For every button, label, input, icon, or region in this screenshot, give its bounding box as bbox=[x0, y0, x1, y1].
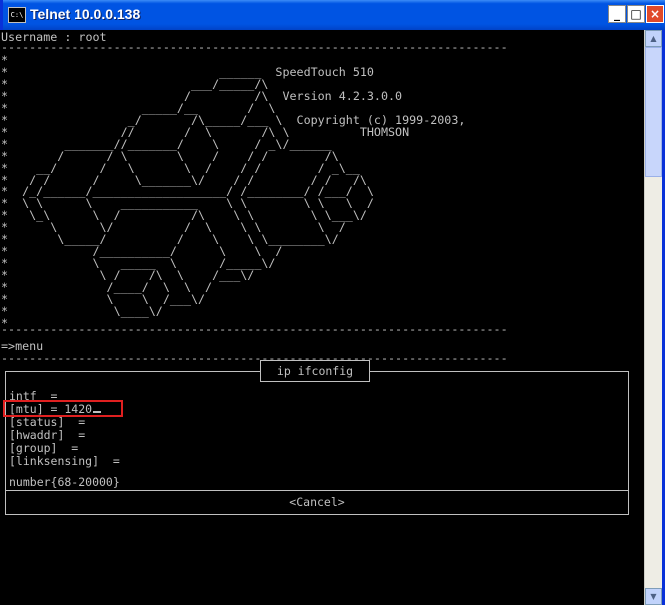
scroll-up-icon[interactable]: ▲ bbox=[645, 30, 662, 47]
close-icon[interactable]: × bbox=[646, 5, 664, 23]
field-linksensing[interactable]: [linksensing] = bbox=[9, 455, 120, 468]
mtu-highlight-box bbox=[3, 400, 123, 417]
cancel-button[interactable]: <Cancel> bbox=[5, 495, 629, 509]
speedtouch-banner: * * ______ SpeedTouch 510 * ___/_____/\ … bbox=[1, 53, 466, 330]
separator-bottom: ----------------------------------------… bbox=[1, 322, 508, 336]
dialog-divider bbox=[5, 490, 629, 491]
ifconfig-dialog bbox=[5, 371, 629, 515]
terminal-area[interactable]: Username : root ------------------------… bbox=[0, 30, 644, 605]
scroll-thumb[interactable] bbox=[645, 47, 662, 177]
dialog-title: ip ifconfig bbox=[260, 360, 370, 382]
maximize-icon[interactable]: □ bbox=[627, 5, 645, 23]
scroll-down-icon[interactable]: ▼ bbox=[645, 588, 662, 605]
input-hint: number{68-20000} bbox=[9, 475, 120, 489]
title-bar[interactable]: C:\ Telnet 10.0.0.138 _ □ × bbox=[3, 0, 665, 30]
minimize-icon[interactable]: _ bbox=[608, 5, 626, 23]
window-title: Telnet 10.0.0.138 bbox=[30, 6, 141, 22]
separator-dialog: ----------------------------------------… bbox=[1, 351, 508, 365]
vertical-scrollbar[interactable]: ▲ ▼ bbox=[644, 30, 662, 605]
console-icon[interactable]: C:\ bbox=[8, 7, 26, 23]
separator-top: ----------------------------------------… bbox=[1, 40, 508, 54]
